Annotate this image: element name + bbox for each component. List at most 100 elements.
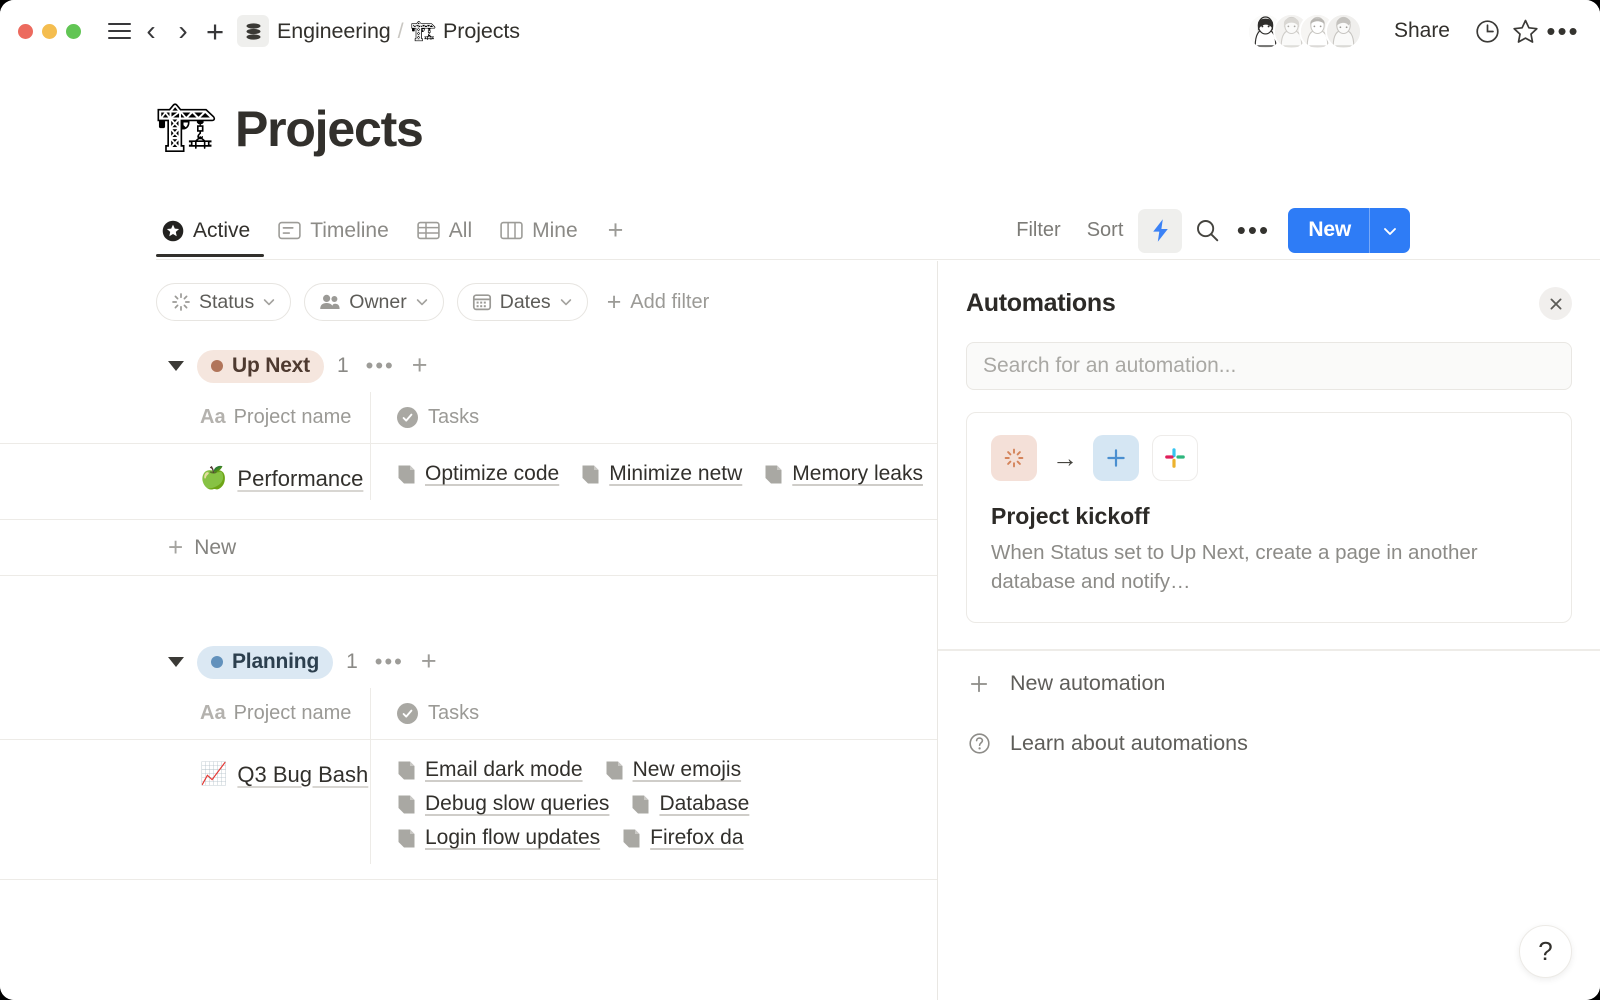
spinner-icon: [1003, 447, 1025, 469]
task-relation-chip[interactable]: Database: [631, 792, 749, 816]
column-headers: Aa Project name Tasks: [0, 392, 937, 444]
filter-pill-owner[interactable]: Owner: [304, 283, 443, 321]
arrow-right-icon: →: [1050, 445, 1080, 471]
sidebar-toggle-icon[interactable]: [103, 15, 135, 47]
filter-pill-status[interactable]: Status: [156, 283, 291, 321]
task-name: Memory leaks: [792, 462, 923, 486]
table-row[interactable]: 📈 Q3 Bug Bash Email dark mode: [0, 740, 937, 880]
task-relation-chip[interactable]: Login flow updates: [397, 826, 600, 850]
forward-button[interactable]: ›: [167, 15, 199, 47]
avatar[interactable]: [1325, 13, 1362, 50]
page-icon-emoji[interactable]: 🏗: [156, 105, 217, 153]
help-button[interactable]: ?: [1519, 925, 1572, 978]
column-header-project-name[interactable]: Aa Project name: [0, 406, 370, 429]
new-button-dropdown[interactable]: [1370, 208, 1410, 253]
column-label: Project name: [234, 406, 352, 429]
tab-timeline[interactable]: Timeline: [264, 219, 403, 257]
group-status-badge[interactable]: Up Next: [197, 350, 324, 383]
new-page-button[interactable]: +: [199, 15, 231, 47]
automations-button[interactable]: [1138, 209, 1182, 253]
history-button[interactable]: [1468, 12, 1506, 50]
task-relation-chip[interactable]: Optimize code: [397, 462, 559, 486]
new-automation-button[interactable]: New automation: [966, 657, 1572, 711]
maximize-window-button[interactable]: [66, 24, 81, 39]
page-more-button[interactable]: •••: [1544, 12, 1582, 50]
sort-button[interactable]: Sort: [1076, 211, 1135, 250]
learn-about-automations-button[interactable]: Learn about automations: [966, 717, 1572, 771]
cell-tasks[interactable]: Email dark mode New emojis: [370, 740, 937, 864]
learn-automations-label: Learn about automations: [1010, 731, 1248, 756]
column-header-tasks[interactable]: Tasks: [370, 688, 937, 739]
timeline-icon: [278, 220, 301, 241]
minimize-window-button[interactable]: [42, 24, 57, 39]
cell-tasks[interactable]: Optimize code Minimize netw: [370, 444, 937, 500]
breadcrumb-workspace[interactable]: Engineering: [277, 19, 391, 44]
group-add-row-button[interactable]: +: [412, 355, 428, 377]
chevron-down-icon: [415, 295, 429, 309]
task-relation-chip[interactable]: Firefox da: [622, 826, 743, 850]
new-button[interactable]: New: [1288, 208, 1369, 253]
tab-mine[interactable]: Mine: [486, 219, 592, 257]
close-window-button[interactable]: [18, 24, 33, 39]
new-row-label: New: [194, 536, 236, 560]
add-view-button[interactable]: +: [592, 215, 636, 260]
table-row[interactable]: 🍏 Performance Optimize code: [0, 444, 937, 520]
lightning-bolt-icon: [1150, 218, 1171, 243]
plus-icon: +: [206, 16, 224, 47]
automation-card[interactable]: → Project kickoff When Status set to: [966, 412, 1572, 623]
share-button[interactable]: Share: [1384, 13, 1460, 49]
automation-search-box[interactable]: [966, 342, 1572, 390]
breadcrumb-page[interactable]: Projects: [443, 19, 520, 44]
collapse-group-toggle[interactable]: [168, 361, 184, 371]
group-name: Up Next: [232, 354, 310, 378]
task-relation-chip[interactable]: New emojis: [605, 758, 742, 782]
project-name-link[interactable]: Performance: [237, 466, 363, 492]
collaborator-avatars[interactable]: [1247, 13, 1362, 50]
view-more-button[interactable]: •••: [1232, 210, 1274, 252]
search-icon: [1195, 218, 1220, 243]
task-name: Minimize netw: [609, 462, 742, 486]
star-icon: [1512, 18, 1539, 45]
panel-divider: [938, 649, 1600, 650]
add-filter-button[interactable]: + Add filter: [601, 291, 716, 314]
task-relation-chip[interactable]: Debug slow queries: [397, 792, 609, 816]
column-header-tasks[interactable]: Tasks: [370, 392, 937, 443]
task-name: Debug slow queries: [425, 792, 609, 816]
group-more-button[interactable]: •••: [360, 362, 401, 371]
tab-all[interactable]: All: [403, 219, 486, 257]
favorite-button[interactable]: [1506, 12, 1544, 50]
search-input[interactable]: [983, 354, 1555, 378]
cell-project-name[interactable]: 🍏 Performance: [0, 444, 370, 519]
group-count: 1: [337, 354, 349, 378]
table-group-up-next: Up Next 1 ••• + Aa Project name Tasks: [0, 340, 937, 576]
add-new-row-button[interactable]: + New: [0, 520, 937, 576]
ellipsis-icon: •••: [1237, 224, 1270, 237]
database-stack-button[interactable]: [237, 15, 269, 47]
group-more-button[interactable]: •••: [369, 658, 410, 667]
filter-pill-dates[interactable]: Dates: [457, 283, 588, 321]
title-bar: ‹ › + Engineering / 🏗 Projects: [0, 0, 1600, 62]
filter-button[interactable]: Filter: [1005, 211, 1071, 250]
group-add-row-button[interactable]: +: [421, 651, 437, 673]
column-header-project-name[interactable]: Aa Project name: [0, 702, 370, 725]
task-name: New emojis: [633, 758, 742, 782]
back-button[interactable]: ‹: [135, 15, 167, 47]
task-relation-chip[interactable]: Minimize netw: [581, 462, 742, 486]
page-icon: [622, 828, 641, 849]
group-status-badge[interactable]: Planning: [197, 646, 333, 679]
task-relation-chip[interactable]: Memory leaks: [764, 462, 923, 486]
automations-panel-title: Automations: [966, 289, 1115, 318]
page-title[interactable]: Projects: [235, 100, 423, 158]
tab-active[interactable]: Active: [156, 219, 264, 257]
chevron-down-icon: [559, 295, 573, 309]
spinner-icon: [171, 292, 191, 312]
page-icon: [397, 464, 416, 485]
close-panel-button[interactable]: [1539, 287, 1572, 320]
search-button[interactable]: [1186, 210, 1228, 252]
new-record-button-group: New: [1288, 208, 1410, 253]
project-name-link[interactable]: Q3 Bug Bash: [237, 762, 368, 788]
task-relation-chip[interactable]: Email dark mode: [397, 758, 583, 782]
collapse-group-toggle[interactable]: [168, 657, 184, 667]
cell-project-name[interactable]: 📈 Q3 Bug Bash: [0, 740, 370, 879]
automations-panel-header: Automations: [966, 287, 1572, 320]
